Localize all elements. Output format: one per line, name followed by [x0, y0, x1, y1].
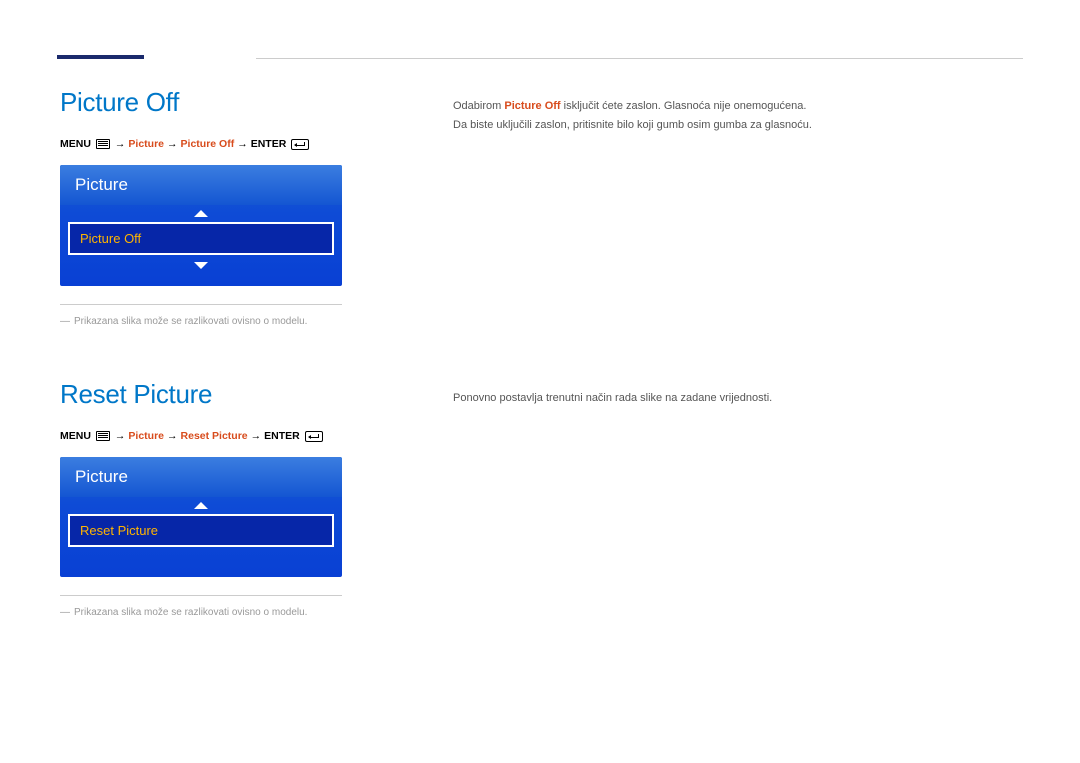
- description-reset-picture: Ponovno postavlja trenutni način rada sl…: [453, 389, 1023, 408]
- osd-panel-picture-off: Picture Picture Off: [60, 165, 342, 286]
- arrow-icon: →: [251, 430, 262, 442]
- breadcrumb-step-reset-picture: Reset Picture: [181, 430, 248, 442]
- breadcrumb-step-picture-off: Picture Off: [181, 138, 235, 150]
- chevron-up-icon: [194, 502, 208, 509]
- arrow-icon: →: [167, 138, 178, 150]
- footnote-divider: [60, 595, 342, 596]
- chevron-up-icon: [194, 210, 208, 217]
- breadcrumb-step-picture: Picture: [128, 138, 164, 150]
- arrow-icon: →: [115, 430, 126, 442]
- footnote-dash: ―: [60, 607, 70, 618]
- description-pre: Odabirom: [453, 100, 504, 112]
- enter-icon: [305, 431, 323, 442]
- footnote-dash: ―: [60, 316, 70, 327]
- osd-nav-up[interactable]: [60, 205, 342, 220]
- osd-nav-down[interactable]: [60, 257, 342, 272]
- osd-panel-title: Picture: [60, 165, 342, 205]
- footnote-picture-off: ― Prikazana slika može se razlikovati ovi…: [60, 315, 342, 329]
- osd-panel-reset-picture: Picture Reset Picture: [60, 457, 342, 577]
- enter-icon: [291, 139, 309, 150]
- section-heading-reset-picture: Reset Picture: [60, 379, 398, 410]
- footnote-text: Prikazana slika može se razlikovati ovis…: [74, 607, 307, 618]
- breadcrumb-reset-picture: MENU → Picture → Reset Picture → ENTER: [60, 430, 398, 442]
- osd-selected-item[interactable]: Reset Picture: [68, 514, 334, 547]
- section-heading-picture-off: Picture Off: [60, 87, 398, 118]
- arrow-icon: →: [237, 138, 248, 150]
- breadcrumb-enter-label: ENTER: [264, 430, 300, 442]
- breadcrumb-menu-label: MENU: [60, 138, 91, 150]
- description-picture-off-line2: Da biste uključili zaslon, pritisnite bi…: [453, 116, 1023, 135]
- description-post: isključit ćete zaslon. Glasnoća nije one…: [561, 100, 807, 112]
- breadcrumb-menu-label: MENU: [60, 430, 91, 442]
- page-header-rule: [57, 55, 1023, 59]
- osd-nav-up[interactable]: [60, 497, 342, 512]
- header-accent-bar: [57, 55, 144, 59]
- breadcrumb-enter-label: ENTER: [251, 138, 287, 150]
- footnote-divider: [60, 304, 342, 305]
- breadcrumb-picture-off: MENU → Picture → Picture Off → ENTER: [60, 138, 398, 150]
- footnote-reset-picture: ― Prikazana slika može se razlikovati ovi…: [60, 606, 342, 620]
- arrow-icon: →: [115, 138, 126, 150]
- chevron-down-icon: [194, 262, 208, 269]
- osd-panel-title: Picture: [60, 457, 342, 497]
- breadcrumb-step-picture: Picture: [128, 430, 164, 442]
- description-picture-off: Odabirom Picture Off isključit ćete zasl…: [453, 97, 1023, 116]
- menu-icon: [96, 431, 110, 441]
- osd-selected-item[interactable]: Picture Off: [68, 222, 334, 255]
- header-divider-line: [256, 58, 1023, 59]
- description-bold-term: Picture Off: [504, 100, 560, 112]
- menu-icon: [96, 139, 110, 149]
- arrow-icon: →: [167, 430, 178, 442]
- footnote-text: Prikazana slika može se razlikovati ovis…: [74, 316, 307, 327]
